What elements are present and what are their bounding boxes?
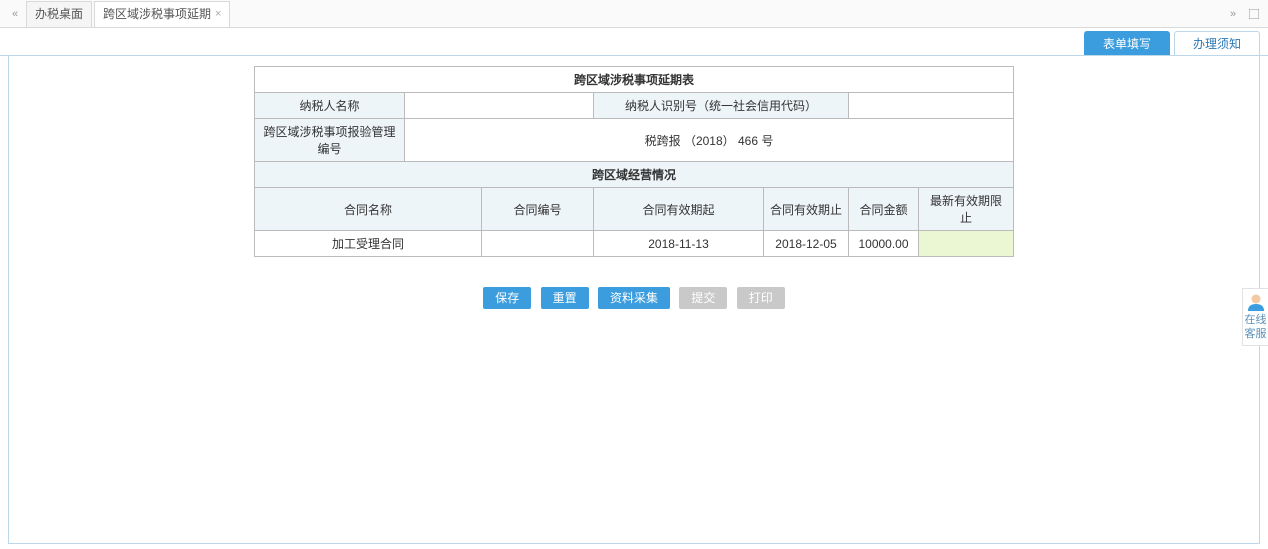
cell-valid-from: 2018-11-13 [594,231,764,257]
cell-contract-no [482,231,594,257]
tab-notice[interactable]: 办理须知 [1174,31,1260,55]
cell-amount: 10000.00 [849,231,919,257]
col-new-valid-to: 最新有效期限止 [919,188,1014,231]
col-valid-from: 合同有效期起 [594,188,764,231]
cell-valid-to: 2018-12-05 [764,231,849,257]
customer-service-label: 在线客服 [1243,313,1268,341]
label-mgmt-no: 跨区域涉税事项报验管理编号 [255,119,405,162]
table-row: 加工受理合同 2018-11-13 2018-12-05 10000.00 [255,231,1014,257]
tab-label: 办税桌面 [35,1,83,27]
form-title: 跨区域涉税事项延期表 [255,67,1014,93]
label-taxpayer-name: 纳税人名称 [255,93,405,119]
col-valid-to: 合同有效期止 [764,188,849,231]
button-bar: 保存 重置 资料采集 提交 打印 [9,287,1259,309]
col-contract-no: 合同编号 [482,188,594,231]
customer-service-button[interactable]: 在线客服 [1242,288,1268,346]
value-mgmt-no: 税跨报 （2018） 466 号 [405,119,1014,162]
tab-scroll-right-icon[interactable]: » [1222,8,1244,20]
tab-label: 跨区域涉税事项延期 [103,1,211,27]
print-button: 打印 [737,287,785,309]
content-area: 跨区域涉税事项延期表 纳税人名称 纳税人识别号（统一社会信用代码） 跨区域涉税事… [8,56,1260,544]
tab-form-fill[interactable]: 表单填写 [1084,31,1170,55]
col-contract-name: 合同名称 [255,188,482,231]
cell-contract-name: 加工受理合同 [255,231,482,257]
sub-tab-bar: 表单填写 办理须知 [0,28,1268,56]
tab-desktop[interactable]: 办税桌面 [26,1,92,27]
submit-button: 提交 [679,287,727,309]
reset-button[interactable]: 重置 [541,287,589,309]
label-taxpayer-id: 纳税人识别号（统一社会信用代码） [594,93,849,119]
tab-cross-region-extension[interactable]: 跨区域涉税事项延期 × [94,1,230,27]
form-table: 跨区域涉税事项延期表 纳税人名称 纳税人识别号（统一社会信用代码） 跨区域涉税事… [254,66,1014,257]
col-amount: 合同金额 [849,188,919,231]
collect-button[interactable]: 资料采集 [598,287,670,309]
tab-menu-icon[interactable] [1244,7,1264,21]
window-tab-bar: « 办税桌面 跨区域涉税事项延期 × » [0,0,1268,28]
cell-new-valid-to[interactable] [919,231,1014,257]
value-taxpayer-name[interactable] [405,93,594,119]
value-taxpayer-id[interactable] [849,93,1014,119]
save-button[interactable]: 保存 [483,287,531,309]
tab-scroll-left-icon[interactable]: « [4,8,26,20]
avatar-icon [1247,293,1265,311]
close-icon[interactable]: × [215,1,221,27]
section-header: 跨区域经营情况 [255,162,1014,188]
